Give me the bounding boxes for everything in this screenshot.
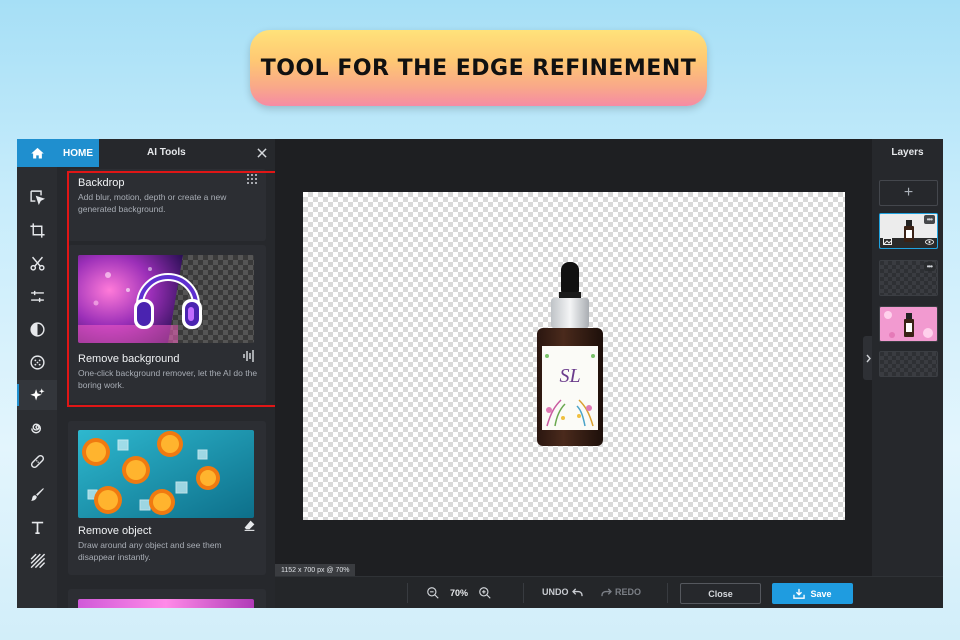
eraser-icon [244,520,255,531]
layer-more-icon[interactable]: ••• [923,262,935,271]
home-icon [30,147,44,158]
bandage-icon [30,454,44,468]
remove-object-card[interactable]: Remove object Draw around any object and… [68,421,266,575]
card-description: Draw around any object and see them disa… [78,540,222,562]
redo-button[interactable]: REDO [601,587,641,597]
redo-label: REDO [615,587,642,597]
draw-tool[interactable] [17,479,57,509]
remove-background-card[interactable]: Remove background One-click background r… [68,245,266,403]
panel-title: AI Tools [147,147,186,158]
divider [523,583,524,603]
sparkle-icon [29,387,45,400]
banner-title: TOOL FOR THE EDGE REFINEMENT [260,55,697,81]
close-button[interactable]: Close [680,583,761,604]
liquify-tool[interactable] [17,413,57,443]
cursor-select-icon [29,189,45,205]
chevron-right-icon [865,354,871,362]
home-tab[interactable]: HOME [57,139,99,167]
card-title: Remove background [78,353,180,365]
texture-tool[interactable] [17,545,57,575]
adjust-tool[interactable] [17,281,57,311]
add-layer-button[interactable]: + [879,180,938,206]
canvas-workspace: SL 1152 x 700 px @ 70% [275,139,872,576]
zoom-in-icon[interactable] [478,586,492,600]
tool-rail [17,139,57,608]
cut-tool[interactable] [17,248,57,278]
title-banner: TOOL FOR THE EDGE REFINEMENT [250,30,707,106]
label-monogram: SL [559,365,580,387]
half-circle-icon [29,321,45,337]
layer-item-background[interactable] [879,306,938,342]
layer-more-icon[interactable]: ••• [923,215,935,224]
scissors-icon [29,256,45,271]
waveform-icon [243,350,254,362]
redo-icon [601,587,612,596]
effects-tool[interactable] [17,347,57,377]
photo-editor-window: HOME AI Tools Backdrop Add blur, motion,… [17,139,943,608]
spiral-icon [30,423,41,433]
serum-bottle-image: SL [537,262,603,446]
zoom-level: 70% [450,588,469,598]
divider [667,583,668,603]
brush-icon [30,487,44,501]
layers-panel: Layers + ••• ••• [872,139,943,576]
dots-grid-icon [29,354,45,370]
filter-tool[interactable] [17,314,57,344]
image-canvas[interactable]: SL [303,192,845,520]
layers-title: Layers [891,147,924,158]
zoom-controls: 70% [426,577,492,608]
divider [407,583,408,603]
text-icon [31,521,43,534]
retouch-tool[interactable] [17,446,57,476]
backdrop-card[interactable]: Backdrop Add blur, motion, depth or crea… [68,169,266,241]
layer-item-transparent[interactable]: ••• [879,260,938,296]
undo-button[interactable]: UNDO [542,587,583,597]
dot-grid-icon [247,174,257,184]
bottom-toolbar: 70% UNDO REDO Close Save [275,576,943,608]
undo-icon [571,587,583,596]
undo-label: UNDO [542,587,569,597]
crop-icon [29,222,45,238]
card-description: One-click background remover, let the AI… [78,368,258,390]
select-tool[interactable] [17,182,57,212]
ai-tools-panel: HOME AI Tools Backdrop Add blur, motion,… [57,139,277,608]
image-icon [883,238,892,245]
sliders-icon [30,290,44,302]
save-button[interactable]: Save [772,583,853,604]
crop-tool[interactable] [17,215,57,245]
canvas-size-readout: 1152 x 700 px @ 70% [275,564,356,576]
card-description: Add blur, motion, depth or create a new … [78,192,227,214]
next-tool-card[interactable] [68,589,266,608]
save-icon [793,588,806,599]
card-title: Remove object [78,525,152,537]
remove-background-thumbnail [78,255,254,343]
home-button[interactable] [17,139,57,167]
zoom-out-icon[interactable] [426,586,440,600]
close-icon[interactable] [255,146,269,160]
next-tool-thumbnail [78,599,254,608]
layer-thumbnail [880,307,937,341]
card-title: Backdrop [78,177,125,189]
text-tool[interactable] [17,512,57,542]
layer-item-product[interactable]: ••• [879,213,938,249]
remove-object-thumbnail [78,430,254,518]
eye-icon[interactable] [925,239,934,245]
ai-tool[interactable] [17,380,57,410]
save-label: Save [810,588,832,599]
diagonal-lines-icon [30,553,45,568]
layer-item-empty[interactable] [879,351,938,377]
